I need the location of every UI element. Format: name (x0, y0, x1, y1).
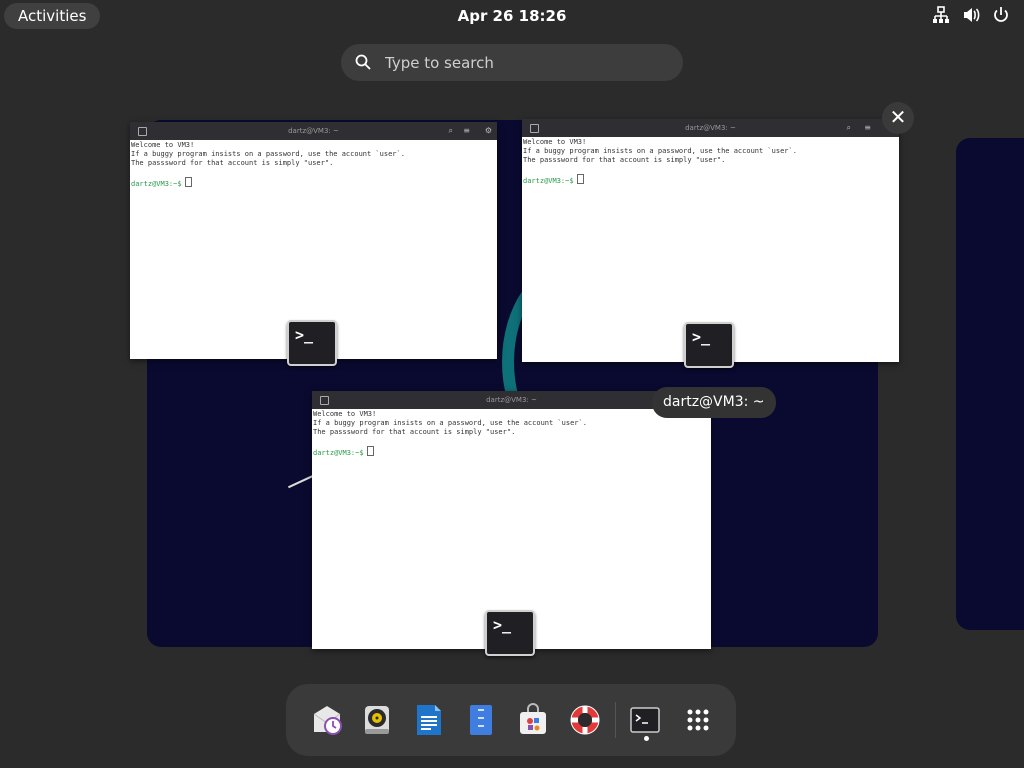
show-apps-icon[interactable] (680, 702, 716, 738)
power-icon[interactable] (992, 6, 1010, 24)
window-title-tooltip: dartz@VM3: ~ (652, 387, 776, 418)
shell-prompt: dartz@VM3:~$ (131, 180, 182, 188)
activities-button[interactable]: Activities (4, 3, 101, 29)
search-icon[interactable]: ⌕ (449, 126, 453, 135)
terminal-output[interactable]: Welcome to VM3! If a buggy program insist… (130, 140, 497, 190)
output-line: Welcome to VM3! (523, 138, 587, 146)
clock-button[interactable]: Apr 26 18:26 (458, 7, 567, 25)
terminal-output[interactable]: Welcome to VM3! If a buggy program insist… (312, 409, 711, 459)
mail-calendar-icon[interactable] (309, 702, 345, 738)
window-title: dartz@VM3: ~ (685, 124, 736, 132)
dash-dock (286, 684, 736, 756)
output-line: Welcome to VM3! (313, 410, 377, 418)
output-line: The passsword for that account is simply… (131, 159, 334, 167)
help-icon[interactable] (567, 702, 603, 738)
window-title: dartz@VM3: ~ (288, 127, 339, 135)
clock: Apr 26 18:26 (0, 0, 1024, 32)
cursor (576, 174, 584, 184)
network-icon[interactable] (932, 6, 950, 24)
search-icon (355, 54, 371, 74)
terminal-app-icon: >_ (485, 610, 535, 656)
output-line: The passsword for that account is simply… (523, 156, 726, 164)
output-line: If a buggy program insists on a password… (523, 147, 797, 155)
top-bar: Activities Apr 26 18:26 (0, 0, 1024, 32)
window-header: dartz@VM3: ~ ⌕ ≡ (522, 119, 899, 137)
search-icon[interactable]: ⌕ (847, 123, 851, 132)
search-bar[interactable] (341, 44, 683, 81)
menu-icon[interactable]: ≡ (463, 126, 470, 135)
system-tray[interactable] (932, 6, 1010, 24)
software-center-icon[interactable] (515, 702, 551, 738)
search-input[interactable] (383, 51, 667, 75)
cursor (184, 177, 192, 187)
window-header: dartz@VM3: ~ ⌕ ≡ ⚙ (130, 122, 497, 140)
next-workspace-thumbnail[interactable] (956, 138, 1024, 630)
output-line: If a buggy program insists on a password… (131, 150, 405, 158)
terminal-app-icon: >_ (287, 320, 337, 366)
settings-icon[interactable]: ⚙ (485, 126, 492, 135)
rhythmbox-icon[interactable] (359, 702, 395, 738)
menu-icon[interactable]: ≡ (864, 123, 871, 132)
volume-icon[interactable] (962, 6, 980, 24)
writer-icon[interactable] (411, 702, 447, 738)
shell-prompt: dartz@VM3:~$ (523, 177, 574, 185)
terminal-app-icon: >_ (684, 322, 734, 368)
file-manager-icon[interactable] (463, 702, 499, 738)
output-line: If a buggy program insists on a password… (313, 419, 587, 427)
running-indicator (644, 736, 649, 741)
dock-separator (615, 702, 616, 738)
terminal-output[interactable]: Welcome to VM3! If a buggy program insist… (522, 137, 899, 187)
shell-prompt: dartz@VM3:~$ (313, 449, 364, 457)
cursor (366, 446, 374, 456)
output-line: The passsword for that account is simply… (313, 428, 516, 436)
close-window-button[interactable]: ✕ (882, 102, 914, 134)
output-line: Welcome to VM3! (131, 141, 195, 149)
terminal-icon[interactable] (627, 702, 663, 738)
